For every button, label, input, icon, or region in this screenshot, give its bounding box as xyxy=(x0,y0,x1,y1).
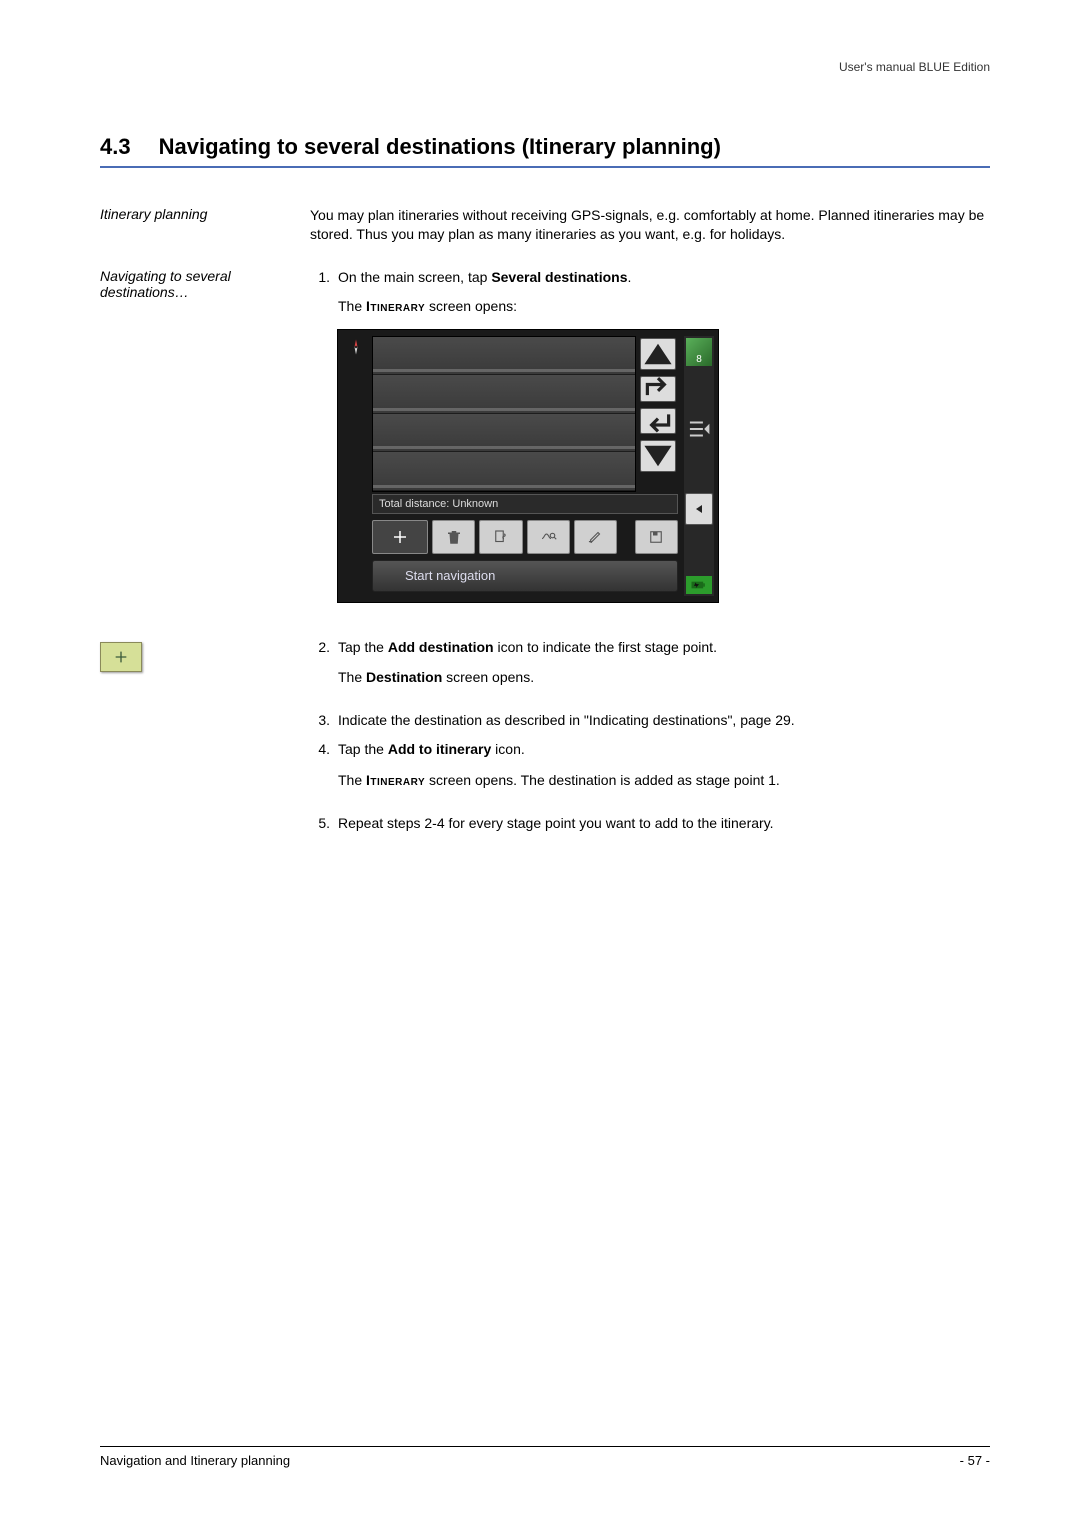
side-label-itinerary-planning: Itinerary planning xyxy=(100,206,310,250)
step-2: 2. Tap the Add destination icon to indic… xyxy=(310,638,990,702)
side-label-navigating: Navigating to several destinations… xyxy=(100,268,310,620)
add-destination-button[interactable] xyxy=(372,520,428,554)
add-destination-icon xyxy=(100,642,142,672)
menu-icon[interactable] xyxy=(686,416,712,442)
back-button[interactable] xyxy=(685,493,713,525)
itinerary-screenshot: Total distance: Unknown xyxy=(338,330,718,602)
modify-button[interactable] xyxy=(574,520,617,554)
compass-icon xyxy=(344,336,368,358)
gps-status-icon: 8 xyxy=(686,338,712,366)
footer-page-number: - 57 - xyxy=(960,1453,990,1468)
step-5: 5. Repeat steps 2-4 for every stage poin… xyxy=(310,814,990,833)
battery-icon xyxy=(686,576,712,594)
section-title: Navigating to several destinations (Itin… xyxy=(159,134,721,160)
delete-button[interactable] xyxy=(432,520,475,554)
section-number: 4.3 xyxy=(100,134,131,160)
scroll-down-button[interactable] xyxy=(640,440,676,472)
itinerary-screen-opens: The Itinerary screen opens: xyxy=(338,297,990,316)
page-header: User's manual BLUE Edition xyxy=(100,60,990,74)
route-sheet-button[interactable] xyxy=(479,520,522,554)
calculate-route-button[interactable] xyxy=(527,520,570,554)
start-navigation-button[interactable]: Start navigation xyxy=(372,560,678,592)
paragraph-intro: You may plan itineraries without receivi… xyxy=(310,206,990,250)
scroll-up-button[interactable] xyxy=(640,338,676,370)
step-4: 4. Tap the Add to itinerary icon. The It… xyxy=(310,740,990,804)
step-3: 3. Indicate the destination as described… xyxy=(310,711,990,730)
total-distance-label: Total distance: Unknown xyxy=(372,494,678,514)
save-button[interactable] xyxy=(635,520,678,554)
page-footer: Navigation and Itinerary planning - 57 - xyxy=(100,1446,990,1468)
move-down-button[interactable] xyxy=(640,408,676,434)
footer-left: Navigation and Itinerary planning xyxy=(100,1453,290,1468)
section-heading: 4.3 Navigating to several destinations (… xyxy=(100,134,990,168)
move-up-button[interactable] xyxy=(640,376,676,402)
itinerary-list-area xyxy=(372,336,636,492)
step-1: 1. On the main screen, tap Several desti… xyxy=(310,268,990,287)
